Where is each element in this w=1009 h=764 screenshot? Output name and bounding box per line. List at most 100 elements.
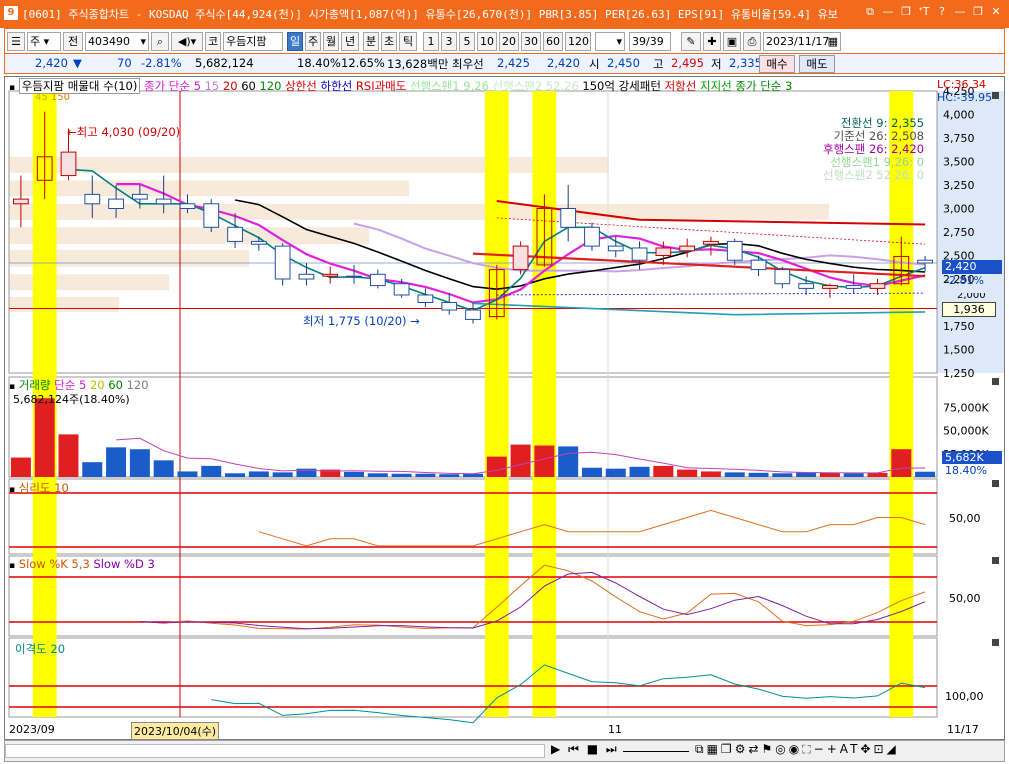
crosshair-icon[interactable]: ✚ [703,32,721,51]
legend-ma120[interactable]: 120 [259,79,281,93]
stoch-panel-toggle-icon[interactable]: ▪ [9,561,15,571]
interval-3[interactable]: 3 [441,32,457,51]
move-icon[interactable]: ✥ [860,742,873,756]
chart-area[interactable]: 4,250 4,000 3,750 3,500 3,250 3,000 2,750 2,500… [4,76,1005,740]
volume-profile-band [9,227,369,245]
legend-ma20[interactable]: 20 [223,79,238,93]
quote-bar: 2,420 ▼ 70 -2.81% 5,682,124 18.40% 12.65… [4,54,1005,74]
interval-10[interactable]: 10 [477,32,497,51]
help-icon[interactable]: ? [935,5,949,19]
lock-icon[interactable]: ⊡ [873,742,886,756]
first-icon[interactable]: ⏮ [568,742,581,756]
legend-ma5[interactable]: 종가 단순 5 [144,79,201,93]
pin-icon[interactable]: ᐩT [917,5,931,19]
text-icon[interactable]: A [840,742,850,756]
save-icon[interactable]: ▣ [723,32,741,51]
market-select[interactable]: 주 ▾ [27,32,61,51]
search-icon[interactable]: ⌕ [151,32,169,51]
fullscreen-icon[interactable]: ⛶ [802,742,813,756]
legend-vol-ma60[interactable]: 60 [108,378,123,392]
legend-ma15[interactable]: 15 [205,79,220,93]
legend-ma60[interactable]: 60 [241,79,256,93]
resize-icon[interactable]: ◢ [887,742,899,756]
all-button[interactable]: 전 [63,32,83,51]
volume-profile-band [9,203,829,220]
disparity-line [211,664,926,724]
draw-tools-icon[interactable]: ✎ [681,32,701,51]
interval-30[interactable]: 30 [521,32,541,51]
legend-150[interactable]: 150 [51,92,70,103]
legend-45[interactable]: 45 [35,92,48,103]
close-icon[interactable]: ✕ [989,5,1003,19]
settings-icon[interactable]: ⚙ [735,742,749,756]
legend-vol-ma20[interactable]: 20 [90,378,105,392]
panel-toggle-icon[interactable]: ▪ [9,83,15,93]
volume-bar [510,444,531,477]
candle-body [108,198,124,209]
interval-5[interactable]: 5 [459,32,475,51]
period-month[interactable]: 월 [323,32,339,51]
legend-psy[interactable]: 심리도 10 [19,481,69,495]
minimize2-icon[interactable]: — [953,5,967,19]
legend-support[interactable]: 지지선 [700,79,732,93]
grid-icon[interactable]: ▦ [707,742,721,756]
sell-button[interactable]: 매도 [799,55,835,73]
legend-span1[interactable]: 선행스팬1 9,26 [410,79,489,93]
last-icon[interactable]: ⏭ [606,742,619,756]
stop-icon[interactable]: ■ [587,742,600,756]
legend-vol-ma120[interactable]: 120 [127,378,149,392]
legend-disparity[interactable]: 이격도 20 [15,642,65,656]
layout-icon[interactable]: ⧉ [695,742,707,756]
interval-60[interactable]: 60 [543,32,563,51]
zoom-slider[interactable] [623,748,689,752]
period-second[interactable]: 초 [381,32,397,51]
legend-strong-pattern[interactable]: 150억 강세패턴 [582,79,661,93]
compare-icon[interactable]: ⇄ [748,742,761,756]
flag-icon[interactable]: ⚑ [762,742,776,756]
period-minute[interactable]: 분 [363,32,379,51]
legend-lower-limit[interactable]: 하한선 [321,79,353,93]
restore-icon[interactable]: ❐ [899,5,913,19]
legend-vol-ma5[interactable]: 단순 5 [54,378,86,392]
maximize-icon[interactable]: ❐ [971,5,985,19]
period-year[interactable]: 년 [341,32,359,51]
down-arrow-icon: ▼ [73,56,82,70]
sound-icon[interactable]: ◀)▾ [171,32,203,51]
legend-ma3[interactable]: 종가 단순 3 [735,79,792,93]
print-icon[interactable]: ⎙ [743,32,761,51]
legend-volume[interactable]: 거래량 [19,378,51,392]
volume-bar [344,471,365,477]
interval-20[interactable]: 20 [499,32,519,51]
zoom-out-icon[interactable]: − [814,742,827,756]
legend-resistance[interactable]: 저항선 [665,79,697,93]
interval-120[interactable]: 120 [565,32,591,51]
period-week[interactable]: 주 [305,32,321,51]
interval-custom-select[interactable]: ▾ [595,32,625,51]
zoom-in-icon[interactable]: + [827,742,840,756]
scroll-right-icon[interactable]: ▶ [551,742,562,756]
psy-panel-toggle-icon[interactable]: ▪ [9,485,15,495]
quote-low: 2,335 [729,56,762,70]
legend-slow-k[interactable]: Slow %K 5,3 [19,557,90,571]
period-tick[interactable]: 틱 [399,32,417,51]
circle-icon[interactable]: ◉ [789,742,802,756]
date-input[interactable]: 2023/11/17 ▦ [763,32,841,51]
ichimoku-values: 전환선 9: 2,355 기준선 26: 2,508 후행스팬 26: 2,42… [823,117,924,182]
buy-button[interactable]: 매수 [759,55,795,73]
stoch-y-tick: 50,00 [949,592,981,605]
stock-code-input[interactable]: 403490 ▾ [85,32,149,51]
legend-upper-limit[interactable]: 상한선 [285,79,317,93]
history-scrollbar[interactable] [5,744,545,758]
text-size-icon[interactable]: T [850,742,860,756]
volume-bar [629,466,650,477]
interval-1[interactable]: 1 [423,32,439,51]
link-window-icon[interactable]: ⧉ [863,5,877,19]
group-list-icon[interactable]: ☰ [7,32,25,51]
minimize-icon[interactable]: — [881,5,895,19]
target-icon[interactable]: ◎ [775,742,788,756]
legend-slow-d[interactable]: Slow %D 3 [93,557,154,571]
period-day[interactable]: 일 [287,32,303,51]
copy-icon[interactable]: ❐ [721,742,735,756]
legend-rsi-oversold[interactable]: RSI과매도 [356,79,406,93]
legend-span2[interactable]: 선행스팬2 52,26 [493,79,579,93]
